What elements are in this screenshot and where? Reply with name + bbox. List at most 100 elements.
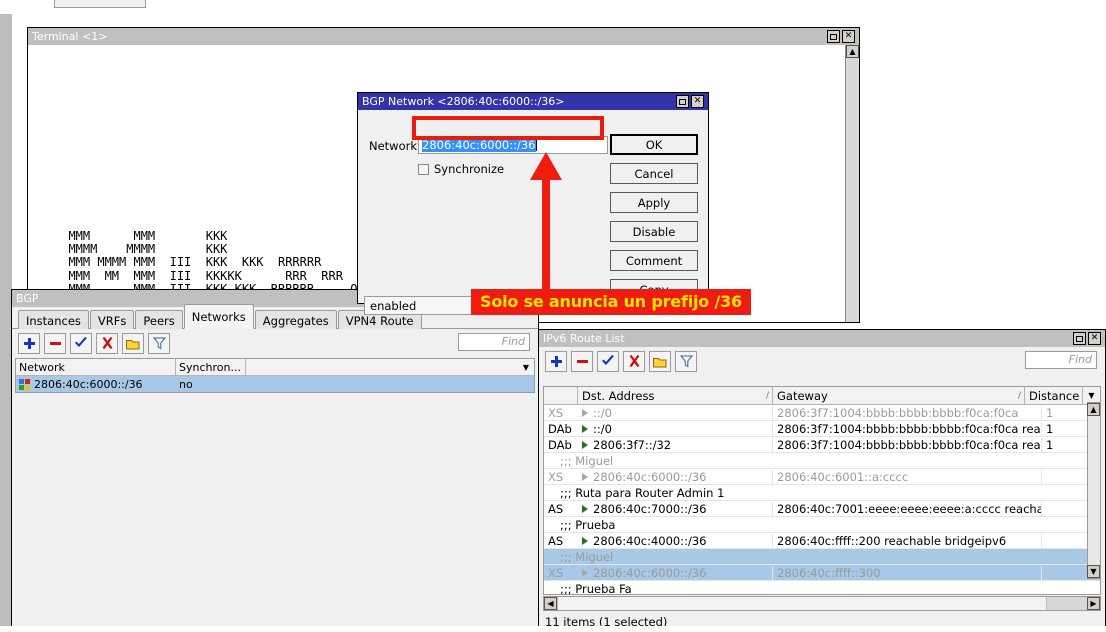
cell-flags: XS [544, 406, 578, 420]
comment-row[interactable]: ;;; Prueba Fa [544, 581, 1100, 595]
column-header-dst-address[interactable]: Dst. Address/ [578, 387, 773, 404]
close-icon[interactable]: ✕ [1088, 332, 1101, 345]
dialog-title: BGP Network <2806:40c:6000::/36> [362, 93, 676, 110]
tab-networks[interactable]: Networks [184, 304, 254, 329]
find-input[interactable]: Find [458, 333, 530, 351]
table-row[interactable]: 2806:40c:6000::/36no [16, 376, 534, 392]
cell-network: 2806:40c:6000::/36 [16, 378, 176, 391]
routes-title-bar[interactable]: IPv6 Route List ✕ [539, 330, 1105, 347]
route-active-triangle-icon [582, 569, 588, 577]
bgp-networks-grid[interactable]: Network Synchron... ▼ 2806:40c:6000::/36… [15, 358, 535, 393]
routes-grid-body[interactable]: XS::/02806:3f7:1004:bbbb:bbbb:bbbb:f0ca:… [544, 405, 1100, 595]
scroll-up-arrow-icon[interactable]: ▲ [1087, 403, 1100, 416]
network-input[interactable]: 2806:40c:6000::/36 [418, 136, 608, 154]
scroll-down-arrow-icon[interactable]: ▼ [1087, 565, 1100, 578]
table-row[interactable]: DAb::/02806:3f7:1004:bbbb:bbbb:bbbb:f0ca… [544, 421, 1100, 437]
remove-button[interactable] [44, 333, 66, 354]
maximize-icon[interactable] [827, 30, 840, 43]
route-comment-text: ;;; Prueba [544, 518, 1100, 532]
cell-gateway: 2806:40c:7001:eeee:eeee:eeee:a:cccc reac… [773, 502, 1042, 516]
disable-button[interactable] [96, 333, 118, 354]
table-row[interactable]: DAb 2806:3f7::/32 2806:3f7:1004:bbbb:bbbb:… [544, 437, 1100, 453]
comment-button[interactable]: Comment [610, 250, 698, 271]
remove-button[interactable] [571, 351, 593, 372]
filter-button[interactable] [675, 351, 697, 372]
cell-gateway: 2806:3f7:1004:bbbb:bbbb:bbbb:f0ca:f0ca [773, 406, 1042, 420]
bottom-strip [0, 626, 1106, 632]
apply-button[interactable]: Apply [610, 192, 698, 213]
comment-row[interactable]: ;;; Miguel [544, 549, 1100, 565]
tab-instances[interactable]: Instances [18, 310, 89, 331]
route-comment-text: ;;; Miguel [544, 550, 1100, 564]
terminal-title-bar[interactable]: Terminal <1> ✕ [28, 28, 859, 45]
column-header-network[interactable]: Network [16, 359, 176, 375]
desktop-background: Terminal <1> ✕ MMM MMM KKK MMMM MMMM KKK… [0, 0, 1106, 632]
enable-button[interactable] [597, 351, 619, 372]
close-icon[interactable]: ✕ [842, 30, 855, 43]
tab-aggregates[interactable]: Aggregates [255, 310, 337, 331]
scroll-left-arrow-icon[interactable]: ◀ [544, 597, 557, 610]
table-row[interactable]: XS::/02806:3f7:1004:bbbb:bbbb:bbbb:f0ca:… [544, 405, 1100, 421]
table-row[interactable]: XS2806:40c:6000::/362806:40c:6001::a:ccc… [544, 469, 1100, 485]
comment-button[interactable] [122, 333, 144, 354]
cell-dst-address-text: 2806:3f7::/32 [593, 438, 671, 452]
cell-flags: XS [544, 566, 578, 580]
cancel-button[interactable]: Cancel [610, 163, 698, 184]
dialog-title-bar[interactable]: BGP Network <2806:40c:6000::/36> ✕ [358, 93, 708, 110]
routes-toolbar[interactable]: Find [539, 347, 1105, 376]
cell-flags: XS [544, 470, 578, 484]
bgp-window[interactable]: BGP InstancesVRFsPeersNetworksAggregates… [11, 289, 539, 632]
column-header-distance[interactable]: Distance [1025, 387, 1083, 404]
routes-title: IPv6 Route List [543, 330, 1073, 347]
add-button[interactable] [545, 351, 567, 372]
hscroll-thumb[interactable] [557, 597, 1047, 610]
synchronize-label: Synchronize [434, 162, 504, 176]
disable-button[interactable]: Disable [610, 221, 698, 242]
add-button[interactable] [18, 333, 40, 354]
comment-button[interactable] [649, 351, 671, 372]
column-header-synchronize[interactable]: Synchron... [176, 359, 246, 375]
network-input-value: 2806:40c:6000::/36 [422, 138, 536, 152]
maximize-icon[interactable] [676, 95, 689, 108]
terminal-vertical-scrollbar[interactable]: ▲ [845, 45, 859, 322]
bgp-network-dialog[interactable]: BGP Network <2806:40c:6000::/36> ✕ Netwo… [357, 92, 709, 304]
routes-grid[interactable]: Dst. Address/ Gateway/ Distance ▼ XS::/0… [543, 386, 1101, 595]
cell-gateway: 2806:3f7:1004:bbbb:bbbb:bbbb:f0ca:f0ca r… [773, 422, 1042, 436]
routes-horizontal-scrollbar[interactable]: ◀ ▶ [543, 596, 1101, 611]
scroll-up-arrow-icon[interactable]: ▲ [846, 45, 859, 58]
table-row[interactable]: AS2806:40c:4000::/362806:40c:ffff::200 r… [544, 533, 1100, 549]
cell-dst-address: 2806:40c:6000::/36 [578, 566, 773, 580]
enable-button[interactable] [70, 333, 92, 354]
routes-vertical-scrollbar[interactable]: ▲ ▼ [1087, 402, 1101, 579]
table-row[interactable]: XS2806:40c:6000::/362806:40c:ffff::300 [544, 565, 1100, 581]
hscroll-track[interactable] [1047, 597, 1087, 610]
close-icon[interactable]: ✕ [691, 95, 704, 108]
comment-row[interactable]: ;;; Prueba [544, 517, 1100, 533]
disable-button[interactable] [623, 351, 645, 372]
cell-dst-address-text: 2806:40c:6000::/36 [593, 470, 707, 484]
column-chooser-icon[interactable]: ▼ [518, 359, 534, 375]
column-header-flags[interactable] [544, 387, 578, 404]
ok-button[interactable]: OK [610, 134, 698, 155]
find-input[interactable]: Find [1025, 351, 1097, 369]
filter-button[interactable] [148, 333, 170, 354]
table-row[interactable]: AS2806:40c:7000::/362806:40c:7001:eeee:e… [544, 501, 1100, 517]
network-status-icon [19, 379, 30, 390]
comment-row[interactable]: ;;; Miguel [544, 453, 1100, 469]
maximize-icon[interactable] [1073, 332, 1086, 345]
cell-gateway: 2806:3f7:1004:bbbb:bbbb:bbbb:f0ca:f0ca r… [773, 438, 1042, 452]
tab-peers[interactable]: Peers [135, 310, 182, 331]
ipv6-route-list-window[interactable]: IPv6 Route List ✕ [538, 329, 1106, 632]
tab-vrfs[interactable]: VRFs [90, 310, 134, 331]
synchronize-checkbox[interactable] [418, 164, 429, 175]
bgp-grid-body[interactable]: 2806:40c:6000::/36no [16, 376, 534, 392]
comment-row[interactable]: ;;; Ruta para Router Admin 1 [544, 485, 1100, 501]
bgp-toolbar[interactable]: Find [12, 329, 538, 358]
scroll-right-arrow-icon[interactable]: ▶ [1087, 597, 1100, 610]
dialog-button-column[interactable]: OKCancelApplyDisableCommentCopy [610, 134, 698, 300]
route-active-triangle-icon [582, 473, 588, 481]
routes-grid-header: Dst. Address/ Gateway/ Distance ▼ [544, 387, 1100, 405]
synchronize-checkbox-row[interactable]: Synchronize [418, 162, 504, 176]
column-header-gateway[interactable]: Gateway/ [773, 387, 1025, 404]
cell-flags: DAb [544, 438, 578, 452]
